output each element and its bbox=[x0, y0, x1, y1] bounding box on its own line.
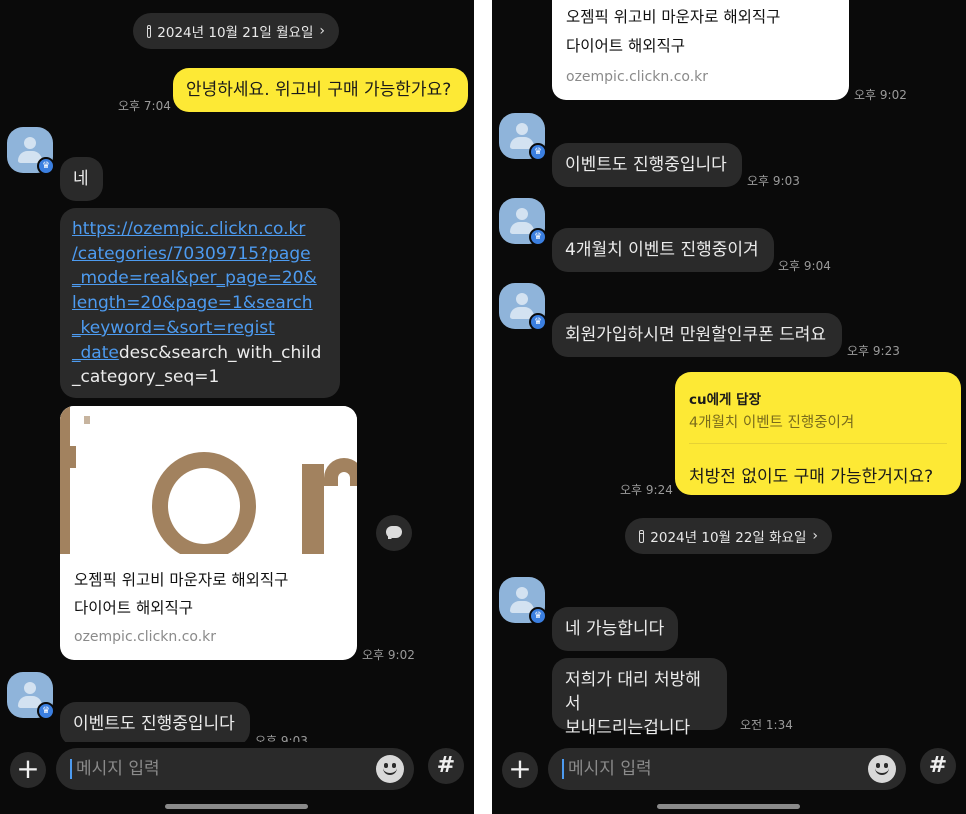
chat-screen-left: 2024년 10월 21일 월요일 › 오후 7:04 안녕하세요. 위고비 구… bbox=[0, 0, 474, 814]
link-preview-card[interactable]: 오젬픽 위고비 마운자로 해외직구 다이어트 해외직구 ozempic.clic… bbox=[552, 0, 849, 100]
incoming-message[interactable]: 4개월치 이벤트 진행중이겨 bbox=[552, 228, 774, 272]
emoji-icon[interactable] bbox=[376, 755, 404, 783]
message-link[interactable]: _keyword=&sort=regist bbox=[72, 318, 275, 338]
chat-screen-right: 오젬픽 위고비 마운자로 해외직구 다이어트 해외직구 ozempic.clic… bbox=[492, 0, 966, 814]
card-title: 다이어트 해외직구 bbox=[74, 599, 194, 617]
home-indicator[interactable] bbox=[657, 804, 800, 809]
card-title: 오젬픽 위고비 마운자로 해외직구 bbox=[74, 571, 289, 589]
message-time: 오후 9:23 bbox=[847, 344, 900, 358]
badge-icon: ♛ bbox=[529, 228, 547, 246]
message-input-bar: + 메시지 입력 # bbox=[492, 742, 966, 798]
card-title: 다이어트 해외직구 bbox=[566, 37, 686, 55]
avatar[interactable]: ♛ bbox=[7, 127, 55, 175]
message-input[interactable]: 메시지 입력 bbox=[548, 748, 906, 790]
message-link[interactable]: /categories/70309715?page bbox=[72, 244, 311, 264]
plus-icon[interactable]: + bbox=[10, 752, 46, 788]
emoji-icon[interactable] bbox=[868, 755, 896, 783]
reply-target: cu에게 답장 bbox=[689, 392, 761, 408]
message-time: 오후 9:02 bbox=[854, 88, 907, 102]
share-icon[interactable] bbox=[376, 515, 412, 551]
hash-icon[interactable]: # bbox=[428, 748, 464, 784]
outgoing-message[interactable]: 안녕하세요. 위고비 구매 가능한가요? bbox=[173, 68, 468, 112]
date-divider[interactable]: 2024년 10월 22일 화요일 › bbox=[625, 518, 832, 554]
badge-icon: ♛ bbox=[529, 607, 547, 625]
avatar[interactable]: ♛ bbox=[499, 283, 547, 331]
message-time: 오후 9:03 bbox=[747, 174, 800, 188]
incoming-message[interactable]: 이벤트도 진행중입니다 bbox=[60, 702, 250, 746]
message-link[interactable]: _mode=real&per_page=20& bbox=[72, 268, 317, 288]
message-link[interactable]: _date bbox=[72, 343, 119, 363]
preview-thumbnail bbox=[60, 406, 357, 554]
avatar[interactable]: ♛ bbox=[499, 577, 547, 625]
incoming-message[interactable]: 네 가능합니다 bbox=[552, 607, 678, 651]
badge-icon: ♛ bbox=[37, 157, 55, 175]
plus-icon[interactable]: + bbox=[502, 752, 538, 788]
reply-text: 처방전 없이도 구매 가능한거지요? bbox=[689, 467, 934, 487]
date-label: 2024년 10월 22일 화요일 bbox=[650, 530, 807, 546]
message-time: 오전 1:34 bbox=[740, 718, 793, 732]
message-time: 오후 7:04 bbox=[118, 99, 171, 113]
message-line: 저희가 대리 처방해서 bbox=[565, 670, 701, 714]
message-line: 보내드리는겁니다 bbox=[565, 718, 691, 738]
reply-message[interactable]: cu에게 답장 4개월치 이벤트 진행중이겨 처방전 없이도 구매 가능한거지요… bbox=[675, 372, 961, 495]
badge-icon: ♛ bbox=[529, 143, 547, 161]
message-input-bar: + 메시지 입력 # bbox=[0, 742, 474, 798]
message-time: 오후 9:24 bbox=[620, 483, 673, 497]
badge-icon: ♛ bbox=[529, 313, 547, 331]
message-link[interactable]: length=20&page=1&search bbox=[72, 293, 313, 313]
input-placeholder: 메시지 입력 bbox=[568, 759, 652, 779]
badge-icon: ♛ bbox=[37, 702, 55, 720]
incoming-message[interactable]: 회원가입하시면 만원할인쿠폰 드려요 bbox=[552, 313, 842, 357]
message-link[interactable]: https://ozempic.clickn.co.kr bbox=[72, 219, 305, 239]
avatar[interactable]: ♛ bbox=[7, 672, 55, 720]
card-title: 오젬픽 위고비 마운자로 해외직구 bbox=[566, 8, 781, 26]
incoming-message[interactable]: 네 bbox=[60, 157, 103, 201]
home-indicator[interactable] bbox=[165, 804, 308, 809]
message-time: 오후 9:02 bbox=[362, 648, 415, 662]
incoming-message[interactable]: 이벤트도 진행중입니다 bbox=[552, 143, 742, 187]
chevron-right-icon: › bbox=[812, 528, 818, 544]
message-input[interactable]: 메시지 입력 bbox=[56, 748, 414, 790]
link-message[interactable]: https://ozempic.clickn.co.kr /categories… bbox=[60, 208, 340, 398]
calendar-icon bbox=[147, 24, 152, 38]
input-placeholder: 메시지 입력 bbox=[76, 759, 160, 779]
avatar[interactable]: ♛ bbox=[499, 198, 547, 246]
reply-quote[interactable]: 4개월치 이벤트 진행중이겨 bbox=[689, 411, 854, 432]
chevron-right-icon: › bbox=[319, 23, 325, 39]
reply-divider bbox=[689, 443, 947, 444]
card-url: ozempic.clickn.co.kr bbox=[566, 69, 709, 85]
date-label: 2024년 10월 21일 월요일 bbox=[157, 25, 314, 41]
date-divider[interactable]: 2024년 10월 21일 월요일 › bbox=[133, 13, 339, 49]
link-preview-card[interactable]: 오젬픽 위고비 마운자로 해외직구 다이어트 해외직구 ozempic.clic… bbox=[60, 406, 357, 660]
incoming-message[interactable]: 저희가 대리 처방해서 보내드리는겁니다 bbox=[552, 658, 727, 738]
card-url: ozempic.clickn.co.kr bbox=[74, 629, 217, 645]
hash-icon[interactable]: # bbox=[920, 748, 956, 784]
message-time: 오후 9:04 bbox=[778, 259, 831, 273]
link-text: _category_seq=1 bbox=[72, 367, 220, 388]
calendar-icon bbox=[639, 529, 645, 543]
link-text: desc&search_with_child bbox=[118, 342, 322, 363]
avatar[interactable]: ♛ bbox=[499, 113, 547, 161]
